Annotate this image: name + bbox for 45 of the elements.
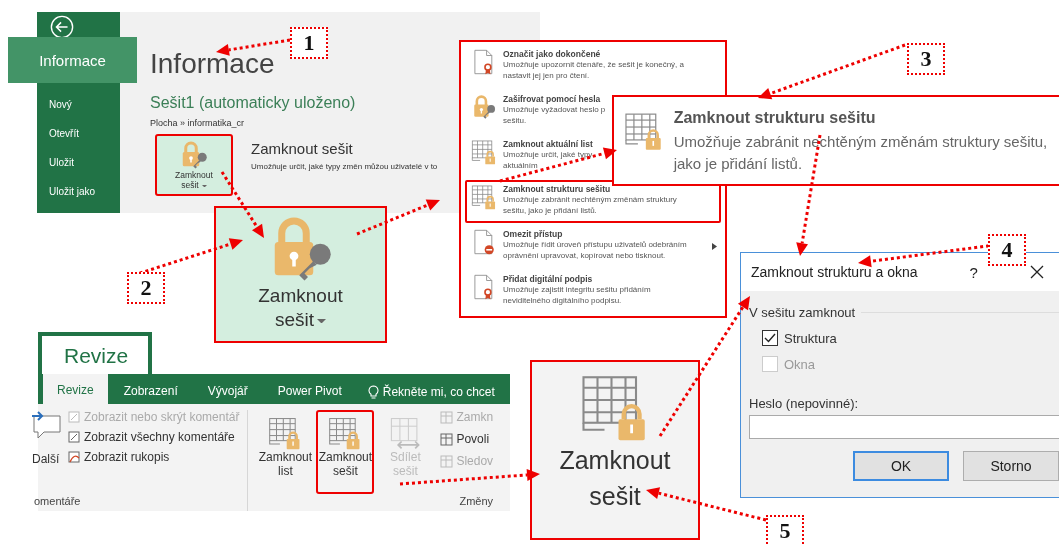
- dialog-button[interactable]: Storno: [963, 451, 1059, 481]
- ribbon-tab[interactable]: Revize: [43, 374, 108, 404]
- checkbox-label: Struktura: [784, 330, 837, 346]
- next-button[interactable]: Další: [32, 452, 60, 466]
- menu-item[interactable]: Omezit přístup Umožňuje řídit úroveň přístupu uživatelů odebráním oprávnění upravovat, kopírovat nebo tisknout.: [465, 225, 721, 268]
- section-title: Zamknout sešit: [251, 140, 354, 157]
- group-label: omentáře: [34, 495, 82, 509]
- dialog-button[interactable]: OK: [853, 451, 949, 481]
- ribbon-command[interactable]: Zobrazit všechny komentáře: [68, 430, 240, 444]
- ribbon-tab-zoomed: Revize: [42, 336, 148, 374]
- checkbox-label: Okna: [784, 356, 816, 372]
- menu-item[interactable]: Označit jako dokončené Umožňuje upozornit čtenáře, že sešit je konečný, a nastavit jej jen pro čtení.: [465, 45, 721, 88]
- protect-workbook-button[interactable]: Zamknout sešit: [530, 360, 700, 540]
- dialog-title: Zamknout strukturu a okna: [751, 264, 918, 280]
- ribbon-button[interactable]: Zamknout sešit: [316, 410, 375, 494]
- file-path: Plocha » informatika_cr: [150, 118, 245, 128]
- nav-item[interactable]: Nový: [37, 91, 120, 120]
- step-number: 4: [988, 234, 1026, 266]
- nav-item[interactable]: Uložit jako: [37, 178, 120, 207]
- protect-workbook-button[interactable]: Zamknout sešit: [214, 206, 387, 343]
- ribbon-command[interactable]: Povoli: [440, 432, 494, 446]
- nav-item[interactable]: Informace: [8, 37, 137, 83]
- group-label: Změny: [459, 495, 494, 509]
- field-label: Heslo (nepovinné):: [749, 396, 860, 411]
- step-number: 1: [290, 27, 328, 59]
- workbook-name: Sešit1 (automaticky uloženo): [150, 94, 356, 112]
- ribbon-button[interactable]: Zamknout list: [256, 410, 315, 494]
- ribbon-tab[interactable]: Zobrazení: [109, 380, 192, 404]
- protect-workbook-button[interactable]: Zamknout sešit: [155, 134, 233, 196]
- ribbon-tab[interactable]: Power Pivot: [263, 380, 356, 404]
- section-description: Umožňuje určit, jaké typy změn můžou uživatelé v to: [251, 162, 438, 171]
- ribbon-tab[interactable]: Vývojář: [193, 380, 262, 404]
- nav-item[interactable]: Uložit: [37, 149, 120, 178]
- nav-item[interactable]: Otevřít: [37, 120, 120, 149]
- step-number: 3: [907, 43, 945, 75]
- tooltip-title: Zamknout strukturu sešitu: [673, 109, 877, 127]
- ribbon-command[interactable]: Zobrazit rukopis: [68, 450, 240, 464]
- help-button[interactable]: ?: [969, 263, 978, 281]
- step-number: 2: [127, 272, 165, 304]
- group-label: V sešitu zamknout: [749, 305, 856, 320]
- tooltip-description: Umožňuje zabránit nechtěným změnám struktury sešitu, jako je přidání listů.: [673, 132, 1049, 174]
- menu-item[interactable]: Přidat digitální podpis Umožňuje zajistit integritu sešitu přidáním neviditelného digitálního podpisu.: [465, 270, 721, 313]
- step-number: 5: [766, 515, 804, 545]
- tell-me-field[interactable]: Řekněte mi, co chcet: [382, 385, 495, 399]
- page-title: Informace: [150, 48, 275, 80]
